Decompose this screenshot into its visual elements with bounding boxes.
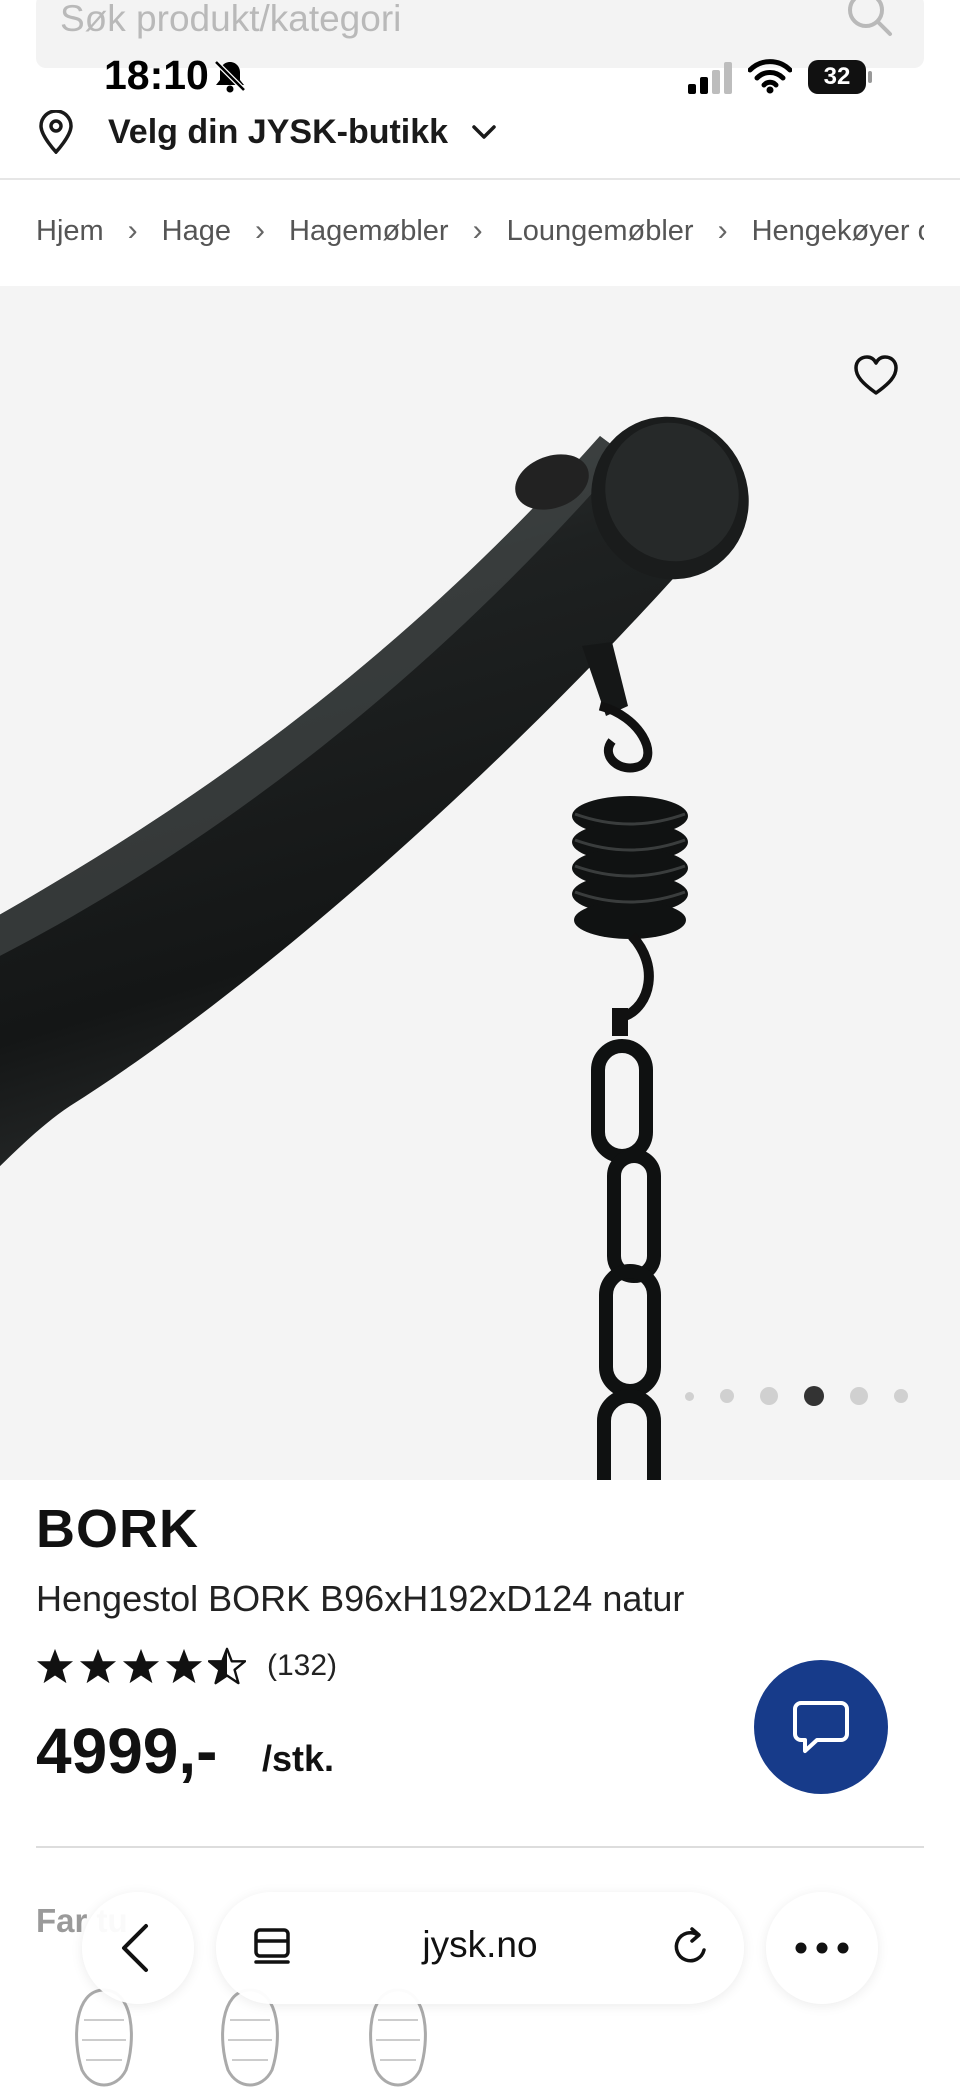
chevron-down-icon <box>472 125 496 139</box>
pagination-dot-active[interactable] <box>804 1386 824 1406</box>
pagination-dot[interactable] <box>685 1391 694 1401</box>
review-count: (132) <box>267 1649 338 1682</box>
bell-off-icon <box>214 60 246 93</box>
pagination-dot[interactable] <box>720 1389 734 1403</box>
store-selector[interactable]: Velg din JYSK-butikk <box>36 104 500 160</box>
product-rating[interactable]: (132) <box>36 1644 337 1688</box>
battery-level: 32 <box>808 60 866 94</box>
breadcrumb-item-hage[interactable]: Hage <box>162 215 231 248</box>
breadcrumb-item-hjem[interactable]: Hjem <box>36 215 104 248</box>
heart-icon[interactable] <box>852 352 900 400</box>
search-placeholder: Søk produkt/kategori <box>60 0 402 39</box>
back-chevron-icon <box>122 1924 148 1972</box>
reload-icon[interactable] <box>668 1924 714 1970</box>
gallery-pagination <box>672 1386 921 1406</box>
store-label: Velg din JYSK-butikk <box>108 112 449 151</box>
breadcrumb-separator: › <box>717 214 728 247</box>
breadcrumb-separator: › <box>255 214 265 247</box>
breadcrumb-separator: › <box>127 214 138 247</box>
product-name: Hengestol BORK B96xH192xD124 natur <box>36 1578 685 1619</box>
breadcrumb-item-hagemobler[interactable]: Hagemøbler <box>289 215 449 248</box>
browser-url-bar[interactable]: jysk.no <box>216 1892 744 2004</box>
breadcrumb-separator: › <box>472 214 483 247</box>
star-icon <box>165 1648 203 1684</box>
product-image <box>0 416 749 1480</box>
browser-url-text: jysk.no <box>422 1924 538 1965</box>
product-brand: BORK <box>36 1499 199 1559</box>
pagination-dot[interactable] <box>850 1387 868 1405</box>
product-price: 4999,- <box>36 1715 218 1787</box>
breadcrumb-item-hengekoyer[interactable]: Hengekøyer c <box>752 215 924 248</box>
browser-back-button[interactable] <box>82 1892 194 2004</box>
star-icon <box>122 1648 160 1684</box>
product-gallery[interactable] <box>0 286 960 1480</box>
breadcrumb-item-loungemobler[interactable]: Loungemøbler <box>507 215 694 248</box>
pagination-dot[interactable] <box>894 1389 908 1403</box>
more-icon <box>795 1942 849 1954</box>
wifi-icon <box>748 59 792 94</box>
browser-more-button[interactable] <box>766 1892 878 2004</box>
star-half-icon <box>208 1647 246 1685</box>
breadcrumb: Hjem › Hage › Hagemøbler › Loungemøbler … <box>36 206 924 256</box>
star-icon <box>36 1648 74 1684</box>
battery-indicator: 32 <box>808 60 872 94</box>
pin-icon <box>39 110 73 154</box>
search-icon[interactable] <box>846 0 894 42</box>
section-divider <box>36 1846 924 1848</box>
price-unit: /stk. <box>262 1738 335 1779</box>
chat-button[interactable] <box>754 1660 888 1794</box>
star-icon <box>79 1648 117 1684</box>
pagination-dot[interactable] <box>760 1387 778 1405</box>
chat-icon <box>793 1701 849 1753</box>
signal-icon <box>688 62 732 94</box>
battery-tip <box>868 71 872 83</box>
header-divider <box>0 178 960 180</box>
status-time: 18:10 <box>104 52 209 98</box>
